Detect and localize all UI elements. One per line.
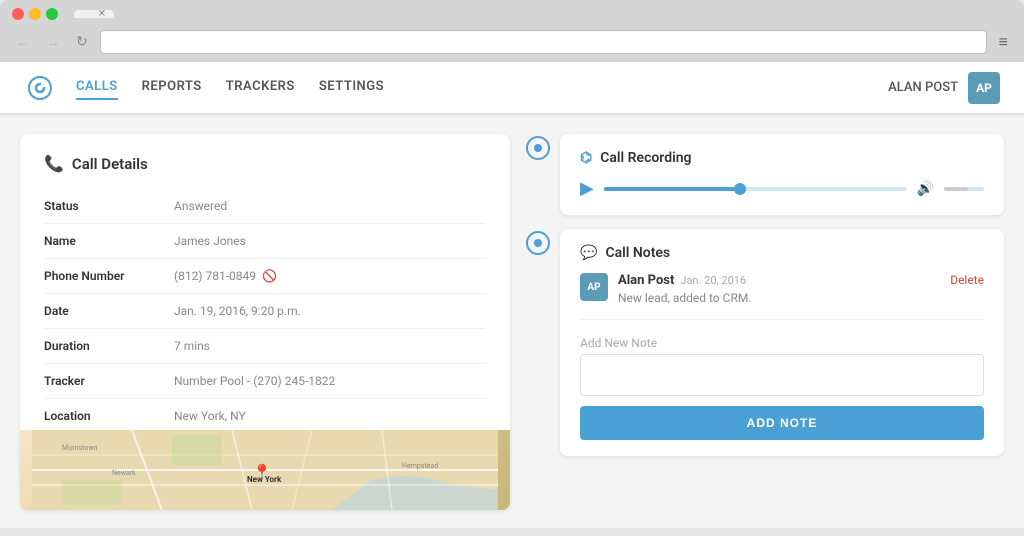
call-details-heading: Call Details	[72, 155, 148, 173]
add-note-label: Add New Note	[580, 328, 984, 354]
tracker-value: Number Pool - (270) 245-1822	[174, 374, 335, 388]
notes-icon: 💬	[580, 245, 597, 261]
date-value: Jan. 19, 2016, 9:20 p.m.	[174, 304, 301, 318]
traffic-lights	[12, 8, 58, 20]
note-text: New lead, added to CRM.	[618, 291, 984, 305]
duration-value: 7 mins	[174, 339, 210, 353]
svg-text:New York: New York	[247, 475, 282, 484]
phone-number-text: (812) 781-0849	[174, 269, 256, 283]
note-content: Alan Post Jan. 20, 2016 Delete New lead,…	[618, 273, 984, 305]
tracker-label: Tracker	[44, 374, 174, 388]
tab-close-icon[interactable]: ✕	[98, 9, 106, 20]
call-details-title: 📞 Call Details	[44, 154, 486, 173]
note-delete-button[interactable]: Delete	[950, 273, 984, 287]
date-label: Date	[44, 304, 174, 318]
close-window-button[interactable]	[12, 8, 24, 20]
recording-section: ⌬ Call Recording ▶ 🔊	[526, 134, 1004, 215]
browser-menu-icon[interactable]: ≡	[995, 32, 1012, 52]
svg-text:Hempstead: Hempstead	[402, 462, 438, 470]
duration-row: Duration 7 mins	[44, 329, 486, 364]
audio-progress-bar[interactable]	[604, 187, 907, 191]
status-row: Status Answered	[44, 189, 486, 224]
address-bar[interactable]	[100, 30, 987, 54]
recording-title: ⌬ Call Recording	[580, 150, 984, 166]
right-panel: ⌬ Call Recording ▶ 🔊	[526, 134, 1004, 528]
back-button[interactable]: ←	[12, 32, 34, 53]
svg-text:Newark: Newark	[112, 469, 136, 477]
browser-chrome: ✕ ← → ↻ ≡	[0, 0, 1024, 62]
progress-fill	[604, 187, 740, 191]
notes-dot[interactable]	[526, 231, 550, 255]
tracker-row: Tracker Number Pool - (270) 245-1822	[44, 364, 486, 399]
minimize-window-button[interactable]	[29, 8, 41, 20]
recording-dot[interactable]	[526, 136, 550, 160]
phone-row: Phone Number (812) 781-0849 🚫	[44, 259, 486, 294]
refresh-button[interactable]: ↻	[72, 32, 92, 52]
note-entry: AP Alan Post Jan. 20, 2016 Delete New le…	[580, 273, 984, 305]
nav-trackers[interactable]: TRACKERS	[226, 75, 295, 100]
map-container: 📍 Morristown Newark New York Hempstead	[20, 430, 510, 510]
phone-label: Phone Number	[44, 269, 174, 283]
note-author-name: Alan Post	[618, 273, 674, 288]
date-row: Date Jan. 19, 2016, 9:20 p.m.	[44, 294, 486, 329]
map-image: 📍 Morristown Newark New York Hempstead	[20, 430, 510, 510]
recording-card: ⌬ Call Recording ▶ 🔊	[560, 134, 1004, 215]
note-textarea[interactable]	[580, 354, 984, 396]
notes-heading: Call Notes	[605, 245, 670, 261]
add-note-button[interactable]: ADD NOTE	[580, 406, 984, 440]
nav-settings[interactable]: SETTINGS	[319, 75, 384, 100]
navbar: CALLS REPORTS TRACKERS SETTINGS ALAN POS…	[0, 62, 1024, 114]
content-area: 📞 Call Details Status Answered Name Jame…	[0, 114, 1024, 528]
notes-section: 💬 Call Notes AP Alan Post Jan. 20, 2016 …	[526, 229, 1004, 528]
duration-label: Duration	[44, 339, 174, 353]
forward-button[interactable]: →	[42, 32, 64, 53]
notes-dot-inner	[534, 239, 542, 247]
location-value: New York, NY	[174, 409, 246, 423]
note-date: Jan. 20, 2016	[680, 274, 746, 287]
user-name-label: ALAN POST	[888, 80, 958, 95]
name-row: Name James Jones	[44, 224, 486, 259]
note-header: Alan Post Jan. 20, 2016 Delete	[618, 273, 984, 288]
progress-thumb	[734, 183, 746, 195]
location-label: Location	[44, 409, 174, 423]
browser-tab[interactable]: ✕	[74, 10, 114, 18]
volume-fill	[944, 187, 968, 191]
recording-heading: Call Recording	[600, 150, 691, 166]
location-row: Location New York, NY	[44, 399, 486, 434]
app-container: CALLS REPORTS TRACKERS SETTINGS ALAN POS…	[0, 62, 1024, 528]
play-button[interactable]: ▶	[580, 178, 594, 199]
maximize-window-button[interactable]	[46, 8, 58, 20]
dot-inner	[534, 144, 542, 152]
notes-title: 💬 Call Notes	[580, 245, 984, 261]
volume-icon: 🔊	[917, 181, 934, 197]
notes-card: 💬 Call Notes AP Alan Post Jan. 20, 2016 …	[560, 229, 1004, 456]
nav-calls[interactable]: CALLS	[76, 75, 118, 100]
voicemail-icon: ⌬	[580, 150, 592, 166]
user-area: ALAN POST AP	[888, 72, 1000, 104]
audio-player: ▶ 🔊	[580, 178, 984, 199]
svg-text:Morristown: Morristown	[62, 444, 98, 452]
call-details-card: 📞 Call Details Status Answered Name Jame…	[20, 134, 510, 510]
browser-nav-bar: ← → ↻ ≡	[12, 26, 1012, 62]
note-author-avatar: AP	[580, 273, 608, 301]
phone-value: (812) 781-0849 🚫	[174, 269, 277, 283]
phone-icon: 📞	[44, 154, 64, 173]
user-avatar[interactable]: AP	[968, 72, 1000, 104]
logo[interactable]	[24, 72, 56, 104]
volume-bar[interactable]	[944, 187, 984, 191]
status-label: Status	[44, 199, 174, 213]
block-icon[interactable]: 🚫	[262, 269, 277, 283]
name-label: Name	[44, 234, 174, 248]
nav-links: CALLS REPORTS TRACKERS SETTINGS	[76, 75, 888, 100]
status-value: Answered	[174, 199, 227, 213]
nav-reports[interactable]: REPORTS	[142, 75, 202, 100]
name-value: James Jones	[174, 234, 246, 248]
left-panel: 📞 Call Details Status Answered Name Jame…	[20, 134, 510, 528]
